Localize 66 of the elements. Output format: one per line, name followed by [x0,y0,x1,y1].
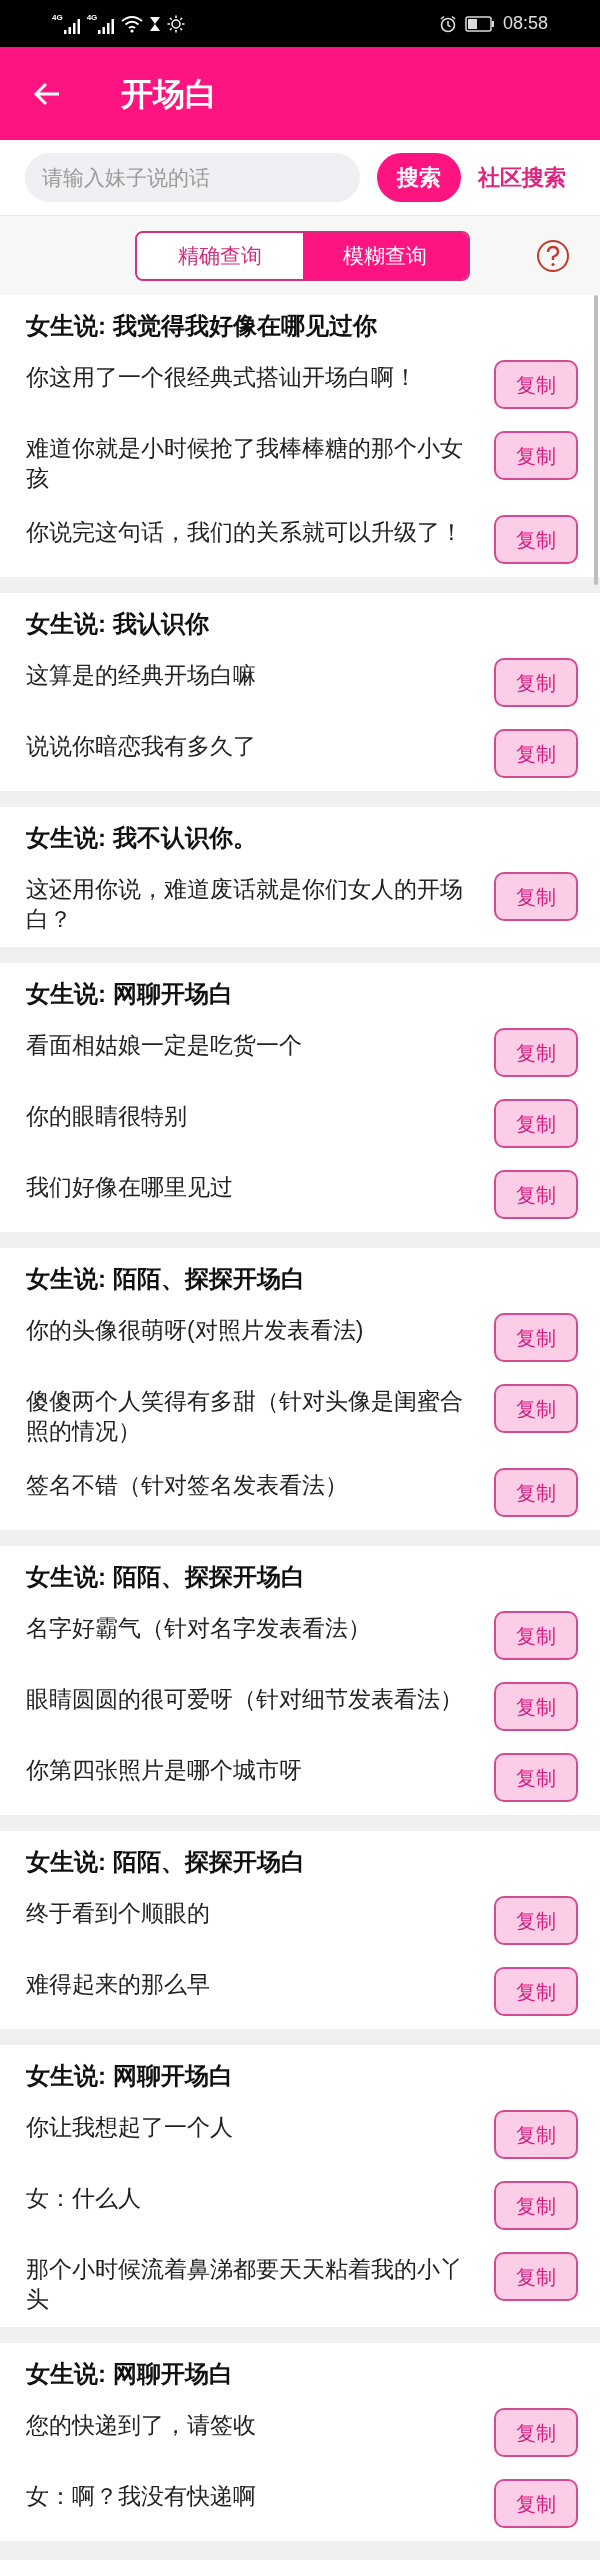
copy-button[interactable]: 复制 [494,1384,578,1433]
reply-text: 你让我想起了一个人 [26,2113,234,2142]
reply-text: 名字好霸气（针对名字发表看法） [26,1614,372,1643]
copy-button[interactable]: 复制 [494,1099,578,1148]
copy-button[interactable]: 复制 [494,2252,578,2301]
copy-button[interactable]: 复制 [494,2110,578,2159]
copy-button[interactable]: 复制 [494,1028,578,1077]
reply-text: 难得起来的那么早 [26,1970,211,1999]
reply-text: 说说你暗恋我有多久了 [26,732,257,761]
community-search-link[interactable]: 社区搜索 [478,161,566,194]
copy-button[interactable]: 复制 [494,1611,578,1660]
reply-text: 你第四张照片是哪个城市呀 [26,1756,303,1785]
copy-button[interactable]: 复制 [494,729,578,778]
copy-button[interactable]: 复制 [494,431,578,480]
copy-button[interactable]: 复制 [494,872,578,921]
copy-button[interactable]: 复制 [494,658,578,707]
card-title: 女生说: 陌陌、探探开场白 [25,1264,306,1294]
reply-text: 你说完这句话，我们的关系就可以升级了！ [26,518,464,547]
wifi-icon [121,14,144,33]
alarm-icon [438,14,457,33]
copy-button[interactable]: 复制 [494,515,578,564]
reply-text: 这还用你说，难道废话就是你们女人的开场白？ [26,875,464,934]
mode-tab[interactable]: 精确查询 [137,232,303,279]
sun-icon [167,14,186,33]
reply-text: 女：啊？我没有快递啊 [26,2482,257,2511]
reply-text: 女：什么人 [26,2184,142,2213]
reply-text: 签名不错（针对签名发表看法） [26,1471,349,1500]
help-icon[interactable] [536,238,570,273]
card-title: 女生说: 陌陌、探探开场白 [25,1562,306,1592]
reply-text: 难道你就是小时候抢了我棒棒糖的那个小女孩 [26,434,464,493]
copy-button[interactable]: 复制 [494,1896,578,1945]
copy-button[interactable]: 复制 [494,1753,578,1802]
reply-text: 这算是的经典开场白嘛 [26,661,257,690]
copy-button[interactable]: 复制 [494,1313,578,1362]
reply-text: 眼睛圆圆的很可爱呀（针对细节发表看法） [26,1685,464,1714]
card-title: 女生说: 陌陌、探探开场白 [25,1847,306,1877]
reply-text: 我们好像在哪里见过 [26,1173,234,1202]
card-title: 女生说: 我认识你 [25,609,210,639]
copy-button[interactable]: 复制 [494,1170,578,1219]
copy-button[interactable]: 复制 [494,1682,578,1731]
card-title: 女生说: 我觉得我好像在哪见过你 [25,311,378,341]
reply-text: 你的头像很萌呀(对照片发表看法) [26,1316,365,1345]
reply-text: 您的快递到了，请签收 [26,2411,257,2440]
reply-text: 终于看到个顺眼的 [26,1899,211,1928]
reply-text: 傻傻两个人笑得有多甜（针对头像是闺蜜合照的情况） [26,1387,464,1446]
card-title: 女生说: 网聊开场白 [25,2061,234,2091]
hourglass-icon [149,15,162,32]
copy-button[interactable]: 复制 [494,1468,578,1517]
reply-text: 那个小时候流着鼻涕都要天天粘着我的小丫头 [26,2255,464,2314]
reply-text: 你这用了一个很经典式搭讪开场白啊！ [26,363,418,392]
card-title: 女生说: 网聊开场白 [25,2359,234,2389]
reply-text: 看面相姑娘一定是吃货一个 [26,1031,303,1060]
copy-button[interactable]: 复制 [494,2479,578,2528]
copy-button[interactable]: 复制 [494,1967,578,2016]
card-title: 女生说: 我不认识你。 [25,823,258,853]
battery-icon [464,15,495,32]
card-title: 女生说: 网聊开场白 [25,979,234,1009]
copy-button[interactable]: 复制 [494,2181,578,2230]
copy-button[interactable]: 复制 [494,360,578,409]
page-title: 开场白 [121,74,217,114]
search-field[interactable]: 请输入妹子说的话 [25,153,360,202]
search-button[interactable]: 搜索 [377,153,461,202]
status-time: 08:58 [502,12,548,35]
mode-tab[interactable]: 模糊查询 [302,232,468,279]
reply-text: 你的眼睛很特别 [26,1102,188,1131]
copy-button[interactable]: 复制 [494,2408,578,2457]
